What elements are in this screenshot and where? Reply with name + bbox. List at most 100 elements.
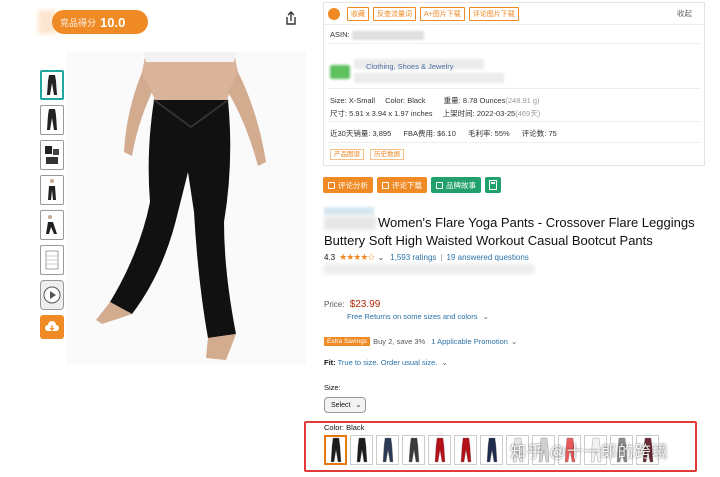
share-icon[interactable] [284, 10, 298, 26]
profit-margin: 毛利率: 55% [468, 129, 510, 138]
review-analysis-label: 评论分析 [338, 180, 368, 190]
listed-label: 上架时间: [442, 109, 475, 118]
review-count: 评论数: 75 [521, 129, 557, 138]
color-swatch[interactable] [428, 435, 451, 465]
panel-toolbar: 收藏 反查流量词 A+图片下载 评论图片下载 [324, 3, 704, 25]
pants-swatch-icon [434, 437, 445, 463]
score-label: 竞品得分 [60, 17, 97, 28]
fit-text-link[interactable]: True to size. Order usual size. [338, 358, 438, 367]
size-chart-icon [45, 250, 59, 270]
calculator-button[interactable] [485, 177, 501, 193]
separator: | [440, 253, 443, 262]
pants-thumbnail-icon [48, 179, 56, 200]
bottom-tags: 产品图谱 历史数据 [330, 148, 408, 160]
pants-swatch-icon [408, 437, 419, 463]
color-swatch[interactable] [376, 435, 399, 465]
asin-row: ASIN: [330, 30, 424, 40]
download-icon [382, 181, 389, 189]
tag-favorite[interactable]: 收藏 [347, 6, 369, 21]
collapse-button[interactable]: 收起 [677, 8, 692, 19]
tag-review-images-download[interactable]: 评论图片下载 [468, 6, 519, 21]
price-value: $23.99 [349, 299, 381, 310]
tag-reverse-keywords[interactable]: 反查流量词 [373, 6, 416, 21]
blurred-region [324, 264, 534, 274]
star-rating-icon[interactable]: ★★★★☆ [339, 252, 375, 263]
extra-savings-badge: Extra Savings [324, 337, 371, 346]
title-line-1: Women's Flare Yoga Pants - Crossover Fla… [378, 215, 695, 230]
price-row: Price: $23.99 [324, 299, 380, 310]
plugin-logo-icon [328, 7, 340, 20]
pants-swatch-icon [330, 437, 341, 463]
applicable-promotion-link[interactable]: 1 Applicable Promotion [431, 337, 508, 346]
pants-thumbnail-icon [47, 75, 57, 95]
thumbnail-5[interactable] [40, 210, 64, 240]
seller-tool-panel: 收藏 反查流量词 A+图片下载 评论图片下载 收起 ASIN: Clothing… [323, 2, 705, 166]
product-page: 竞品得分 10.0 收藏 反查流量词 A+图片下载 评论图片下载 收起 ASIN… [0, 0, 720, 477]
pants-thumbnail-icon [46, 215, 57, 234]
thumbnail-1[interactable] [40, 70, 64, 100]
cloud-download-icon [45, 321, 59, 331]
free-returns-label: Free Returns on some sizes and colors [347, 312, 478, 321]
category-link[interactable]: Clothing, Shoes & Jewelry [366, 62, 454, 71]
size-color-row: Size: X-Small Color: Black 重量: 8.78 Ounc… [330, 95, 540, 106]
main-product-image[interactable] [66, 52, 306, 364]
color-swatch[interactable] [402, 435, 425, 465]
thumbnail-6[interactable] [40, 245, 64, 275]
review-analysis-button[interactable]: 评论分析 [323, 177, 373, 193]
title-line-2: Buttery Soft High Waisted Workout Casual… [324, 233, 653, 248]
review-download-button[interactable]: 评论下载 [377, 177, 427, 193]
dims-row: 尺寸: 5.91 x 3.94 x 1.97 inches 上架时间: 2022… [330, 108, 540, 119]
divider [328, 43, 700, 44]
chevron-down-icon[interactable]: ⌄ [441, 358, 447, 367]
review-download-label: 评论下载 [392, 180, 422, 190]
pants-swatch-icon [460, 437, 471, 463]
tag-aplus-download[interactable]: A+图片下载 [420, 6, 465, 21]
blurred-region [330, 65, 350, 79]
tag-history-data[interactable]: 历史数据 [370, 149, 405, 160]
blurred-region [354, 73, 504, 83]
color-swatch[interactable] [324, 435, 347, 465]
free-returns-link[interactable]: Free Returns on some sizes and colors ⌄ [347, 312, 489, 321]
sales-30d: 近30天销量: 3,895 [330, 129, 392, 138]
size-select[interactable]: Select ⌄ [324, 397, 366, 413]
thumbnail-3[interactable] [40, 140, 64, 170]
watermark: 知乎 @十一郎的跨境 [510, 444, 669, 461]
dimensions: 尺寸: 5.91 x 3.94 x 1.97 inches [330, 109, 433, 118]
play-icon [43, 286, 61, 304]
calculator-icon [489, 180, 497, 190]
divider [328, 142, 700, 143]
pants-swatch-icon [382, 437, 393, 463]
color-swatch[interactable] [454, 435, 477, 465]
fit-label: Fit: [324, 358, 336, 367]
asin-blurred [351, 30, 424, 40]
color-value: Color: Black [385, 96, 426, 105]
pants-swatch-icon [356, 437, 367, 463]
weight-value: 8.78 Ounces [462, 96, 506, 105]
thumbnail-video[interactable] [40, 280, 64, 310]
pants-thumbnail-icon [47, 109, 57, 130]
pants-detail-icon [45, 146, 59, 164]
thumbnail-4[interactable] [40, 175, 64, 205]
answered-questions-link[interactable]: 19 answered questions [447, 253, 529, 262]
weight-label: 重量: [443, 96, 461, 105]
brand-story-button[interactable]: 品牌故事 [431, 177, 481, 193]
product-title: Women's Flare Yoga Pants - Crossover Fla… [324, 214, 716, 250]
weight-grams: (248.91 g) [505, 96, 540, 105]
tag-product-graph[interactable]: 产品图谱 [330, 149, 364, 160]
color-swatch[interactable] [350, 435, 373, 465]
chevron-down-icon[interactable]: ⌄ [511, 337, 517, 346]
score-value: 10.0 [100, 14, 126, 30]
listed-value: 2022-03-25 [476, 109, 516, 118]
listed-days: (469天) [515, 109, 541, 118]
divider [328, 121, 700, 122]
divider [328, 88, 700, 89]
download-images-button[interactable] [40, 315, 64, 339]
thumbnail-2[interactable] [40, 105, 64, 135]
chevron-down-icon[interactable]: ⌄ [377, 253, 384, 262]
chevron-down-icon: ⌄ [355, 402, 362, 409]
score-badge[interactable]: 竞品得分 10.0 [52, 10, 148, 34]
color-swatch[interactable] [480, 435, 503, 465]
model-in-flare-pants-image [66, 52, 306, 364]
ratings-link[interactable]: 1,593 ratings [390, 253, 436, 262]
asin-label: ASIN: [330, 30, 350, 39]
